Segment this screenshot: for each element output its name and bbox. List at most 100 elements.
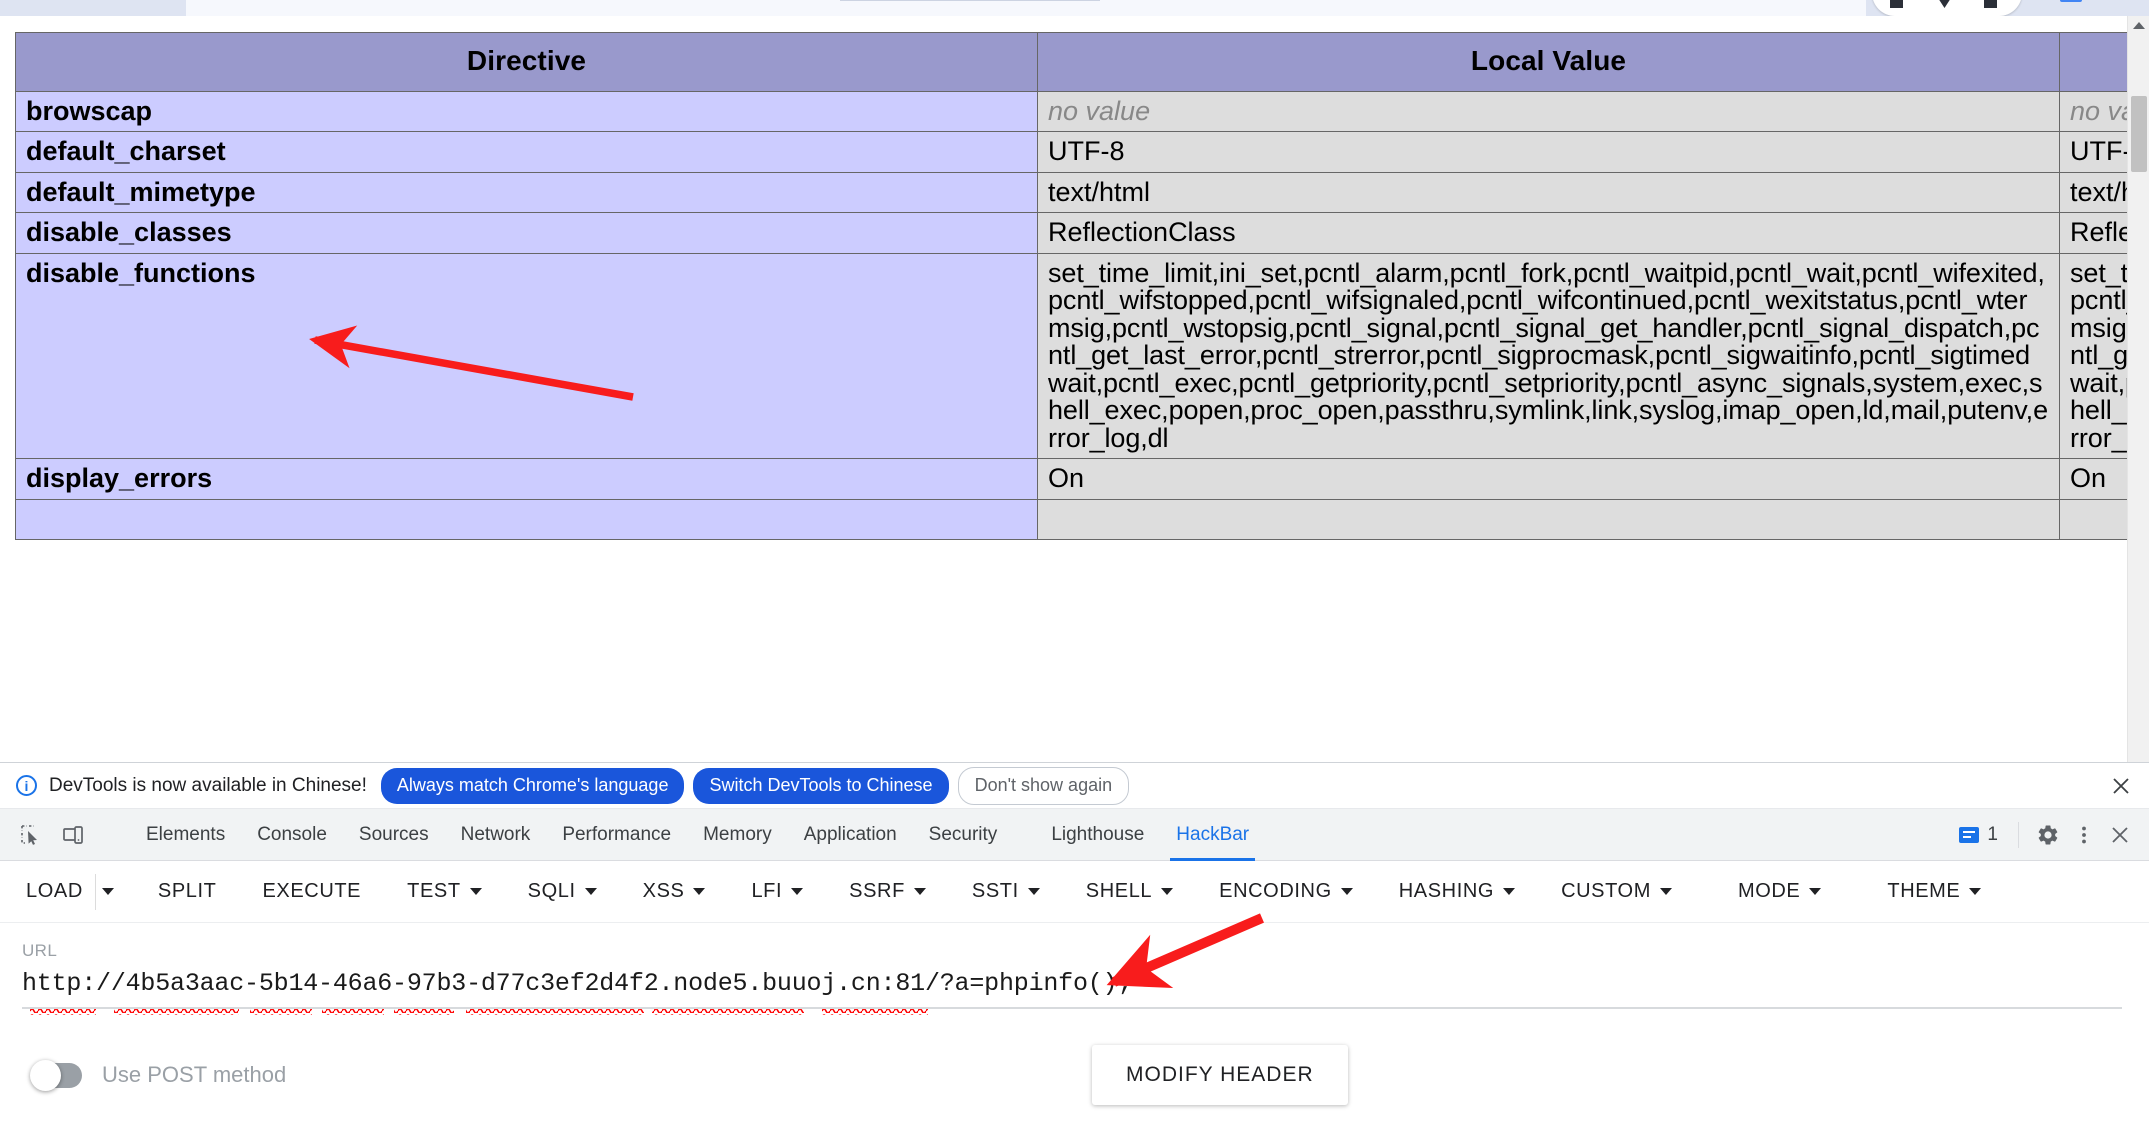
chevron-down-icon bbox=[1027, 888, 1040, 895]
scrollbar-thumb[interactable] bbox=[2131, 96, 2147, 172]
menu-label: ENCODING bbox=[1219, 880, 1332, 902]
browser-chrome-strip bbox=[0, 0, 2149, 16]
chevron-down-icon bbox=[1503, 888, 1516, 895]
chevron-down-icon bbox=[1969, 888, 1982, 895]
menu-label: TEST bbox=[407, 880, 461, 902]
hackbar-menu-execute[interactable]: EXECUTE bbox=[260, 874, 363, 909]
chevron-down-icon bbox=[1161, 888, 1174, 895]
menu-label: MODE bbox=[1737, 880, 1801, 902]
devtools-tab-bar: Elements Console Sources Network Perform… bbox=[0, 809, 2149, 861]
load-dropdown-icon[interactable] bbox=[101, 888, 114, 895]
column-header-local-value: Local Value bbox=[1037, 32, 2060, 92]
always-match-language-button[interactable]: Always match Chrome's language bbox=[380, 767, 685, 804]
tab-network[interactable]: Network bbox=[445, 809, 547, 861]
screenshot-root: Directive Local Value Master Value brows… bbox=[0, 0, 2149, 1126]
menu-label: XSS bbox=[642, 880, 685, 902]
directive-name: disable_classes bbox=[15, 212, 1038, 254]
tab-sources[interactable]: Sources bbox=[343, 809, 445, 861]
local-value: set_time_limit,ini_set,pcntl_alarm,pcntl… bbox=[1037, 252, 2060, 460]
message-count-badge[interactable]: 1 bbox=[1953, 824, 2004, 846]
chevron-down-icon bbox=[584, 888, 597, 895]
chevron-down-icon bbox=[1340, 888, 1353, 895]
local-value: On bbox=[1037, 458, 2060, 500]
phpinfo-directives-table: Directive Local Value Master Value brows… bbox=[15, 32, 2149, 541]
hackbar-menu-lfi[interactable]: LFI bbox=[749, 874, 805, 909]
menu-label: THEME bbox=[1887, 880, 1961, 902]
inspect-element-icon[interactable] bbox=[14, 818, 48, 852]
devtools-tabbar-actions: 1 bbox=[1953, 809, 2135, 861]
browser-tab[interactable] bbox=[186, 0, 1866, 16]
hackbar-url-block: URL bbox=[0, 923, 2149, 1015]
hackbar-menu-load[interactable]: LOAD bbox=[24, 874, 85, 909]
table-row-disable-functions: disable_functions set_time_limit,ini_set… bbox=[15, 252, 2149, 460]
tab-memory[interactable]: Memory bbox=[687, 809, 788, 861]
hackbar-menu-ssti[interactable]: SSTI bbox=[970, 874, 1042, 909]
local-value: ReflectionClass bbox=[1037, 212, 2060, 254]
hackbar-menu-shell[interactable]: SHELL bbox=[1084, 874, 1175, 909]
tab-elements[interactable]: Elements bbox=[130, 809, 241, 861]
close-devtools-icon[interactable] bbox=[2105, 820, 2135, 850]
hackbar-menu-sqli[interactable]: SQLI bbox=[526, 874, 599, 909]
info-icon: i bbox=[16, 775, 37, 796]
chevron-down-icon bbox=[1659, 888, 1672, 895]
table-row: browscap no value no value bbox=[15, 90, 2149, 133]
local-value: no value bbox=[1037, 90, 2060, 133]
menu-label: SHELL bbox=[1085, 880, 1153, 902]
hackbar-menu-test[interactable]: TEST bbox=[405, 874, 484, 909]
gear-icon[interactable] bbox=[2033, 820, 2063, 850]
chevron-down-icon bbox=[469, 888, 482, 895]
message-count: 1 bbox=[1987, 824, 1998, 845]
modify-header-button[interactable]: MODIFY HEADER bbox=[1092, 1045, 1348, 1105]
table-row-partial bbox=[15, 498, 2149, 541]
menu-label: LFI bbox=[751, 880, 783, 902]
table-row: default_charset UTF-8 UTF-8 bbox=[15, 131, 2149, 173]
table-row: disable_classes ReflectionClass Reflecti… bbox=[15, 212, 2149, 254]
tab-hackbar[interactable]: HackBar bbox=[1160, 809, 1265, 861]
hackbar-menu-custom[interactable]: CUSTOM bbox=[1559, 874, 1674, 909]
table-row: display_errors On On bbox=[15, 458, 2149, 500]
directive-name: default_mimetype bbox=[15, 171, 1038, 214]
hackbar-menu-xss[interactable]: XSS bbox=[641, 874, 708, 909]
menu-label: SSTI bbox=[971, 880, 1019, 902]
toggle-knob bbox=[30, 1060, 61, 1091]
dont-show-again-button[interactable]: Don't show again bbox=[957, 766, 1130, 805]
devtools-language-banner: i DevTools is now available in Chinese! … bbox=[0, 763, 2149, 809]
switch-to-chinese-button[interactable]: Switch DevTools to Chinese bbox=[693, 767, 949, 804]
menu-label: SQLI bbox=[527, 880, 576, 902]
url-field-label: URL bbox=[22, 941, 58, 960]
menu-label: HASHING bbox=[1398, 880, 1495, 902]
close-banner-icon[interactable] bbox=[2109, 774, 2133, 798]
url-input[interactable] bbox=[22, 967, 2122, 1009]
tab-application[interactable]: Application bbox=[788, 809, 913, 861]
tab-performance[interactable]: Performance bbox=[546, 809, 687, 861]
use-post-method-toggle[interactable] bbox=[30, 1059, 86, 1091]
window-controls[interactable] bbox=[1872, 0, 2022, 16]
tab-lighthouse[interactable]: Lighthouse bbox=[1035, 809, 1160, 861]
scroll-up-icon[interactable] bbox=[2133, 22, 2145, 29]
menu-label: CUSTOM bbox=[1561, 880, 1651, 902]
omnibox[interactable] bbox=[840, 0, 1100, 1]
banner-message: DevTools is now available in Chinese! bbox=[49, 774, 367, 796]
hackbar-bottom-bar: Use POST method MODIFY HEADER bbox=[0, 1015, 2149, 1126]
hackbar-menu-hashing[interactable]: HASHING bbox=[1397, 874, 1517, 909]
hackbar-menu-encoding[interactable]: ENCODING bbox=[1217, 874, 1355, 909]
message-icon bbox=[1959, 827, 1980, 843]
more-options-icon[interactable] bbox=[2069, 820, 2099, 850]
directive-name: default_charset bbox=[15, 131, 1038, 173]
tab-console[interactable]: Console bbox=[241, 809, 343, 861]
hackbar-menu-mode[interactable]: MODE bbox=[1736, 874, 1823, 909]
tab-security[interactable]: Security bbox=[913, 809, 1014, 861]
hackbar-menu-split[interactable]: SPLIT bbox=[156, 874, 219, 909]
hackbar-menu-theme[interactable]: THEME bbox=[1885, 874, 1983, 909]
hackbar-menu-ssrf[interactable]: SSRF bbox=[847, 874, 928, 909]
device-toolbar-icon[interactable] bbox=[56, 818, 90, 852]
toolbar-divider bbox=[2018, 822, 2019, 848]
phpinfo-page: Directive Local Value Master Value brows… bbox=[0, 16, 2149, 762]
page-scrollbar[interactable] bbox=[2127, 16, 2149, 762]
local-value: UTF-8 bbox=[1037, 131, 2060, 173]
directive-name: display_errors bbox=[15, 458, 1038, 500]
profile-icon[interactable] bbox=[2060, 0, 2082, 2]
toolbar-divider bbox=[94, 873, 96, 910]
chevron-down-icon bbox=[1809, 888, 1822, 895]
local-value bbox=[1037, 498, 2060, 541]
